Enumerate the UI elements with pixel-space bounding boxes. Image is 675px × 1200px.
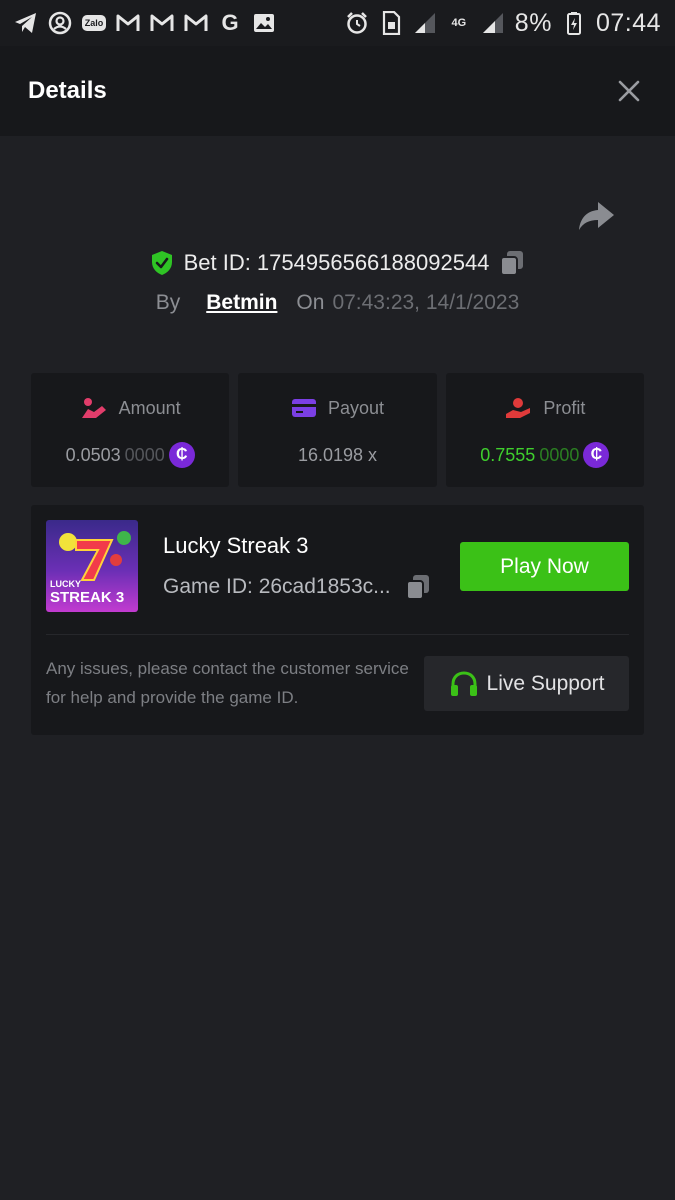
status-time: 07:44 [595,8,661,37]
share-button[interactable] [576,200,616,234]
copy-icon [500,251,524,276]
sim-icon [379,11,403,35]
google-icon: G [218,11,242,35]
live-support-label: Live Support [486,671,605,695]
page-title: Details [28,77,107,104]
close-button[interactable] [611,73,647,109]
bet-stats: Amount 0.0503 0000 ₵ Payout 16.0198 x Pro… [31,373,644,487]
play-now-button[interactable]: Play Now [460,542,629,591]
headset-icon [450,670,477,696]
copy-bet-id-button[interactable] [499,249,525,277]
amount-value-dim: 0000 [124,444,165,465]
payout-value: 16.0198 x [298,441,377,469]
game-id-row: Game ID: 26cad1853c... [163,573,431,601]
live-support-button[interactable]: Live Support [424,656,629,711]
share-icon [579,202,614,230]
gmail-icon [184,11,208,35]
status-bar-notifications: Zalo G [14,11,276,35]
bet-id-row: Bet ID: 1754956566188092544 [0,246,675,280]
bet-id-label: Bet ID: 1754956566188092544 [183,250,490,275]
network-type: 4G [451,17,467,29]
gmail-icon [116,11,140,35]
alarm-icon [345,11,369,35]
signal-icon [481,11,505,35]
verified-shield-icon [151,251,172,275]
game-id: Game ID: 26cad1853c... [163,575,391,598]
gallery-icon [252,11,276,35]
profit-value-dim: 0000 [539,444,580,465]
thumbnail-title: LUCKY STREAK 3 [50,579,134,606]
bet-meta-row: By Betmin On 07:43:23, 14/1/2023 [0,287,675,319]
profit-value-main: 0.7555 [480,444,536,465]
bettor-username-link[interactable]: Betmin [206,291,277,315]
game-name: Lucky Streak 3 [163,533,309,558]
amount-card: Amount 0.0503 0000 ₵ [31,373,230,487]
payout-card: Payout 16.0198 x [238,373,437,487]
divider [46,634,629,635]
profit-hand-icon [506,398,531,418]
telegram-icon [14,11,38,35]
amount-value: 0.0503 0000 ₵ [66,441,195,469]
support-notice: Any issues, please contact the customer … [46,659,409,707]
profit-value: 0.7555 0000 ₵ [480,441,610,469]
profit-card: Profit 0.7555 0000 ₵ [445,373,644,487]
bet-datetime: 07:43:23, 14/1/2023 [332,291,520,314]
copy-game-id-button[interactable] [405,573,431,601]
account-icon [48,11,72,35]
wager-hand-icon [81,398,106,418]
details-header: Details [0,46,675,136]
zalo-icon: Zalo [81,11,107,35]
thumbnail-title-line2: STREAK 3 [50,589,125,606]
gmail-icon [150,11,174,35]
payout-header: Payout [291,395,384,421]
amount-header: Amount [80,395,181,421]
battery-percent: 8% [514,8,552,37]
battery-icon [562,11,586,35]
amount-value-main: 0.0503 [65,444,121,465]
profit-header: Profit [504,395,585,421]
google-letter: G [221,10,239,35]
payout-value-text: 16.0198 x [297,444,378,465]
coin-icon: ₵ [583,442,610,468]
wallet-card-icon [291,399,316,417]
game-thumbnail[interactable]: LUCKY STREAK 3 [46,520,138,612]
coin-icon: ₵ [168,442,195,468]
copy-icon [405,575,429,600]
payout-label: Payout [327,397,385,418]
status-bar-system: 4G 8% 07:44 [345,9,661,38]
game-card: LUCKY STREAK 3 Lucky Streak 3 Game ID: 2… [31,505,644,735]
amount-label: Amount [118,397,181,418]
profit-label: Profit [543,397,586,418]
zalo-label: Zalo [81,15,107,31]
status-bar: Zalo G 4G 8% 07:44 [0,0,675,46]
by-label: By [155,291,181,314]
close-icon [618,80,640,102]
on-label: On [296,291,325,314]
signal-icon [413,11,437,35]
